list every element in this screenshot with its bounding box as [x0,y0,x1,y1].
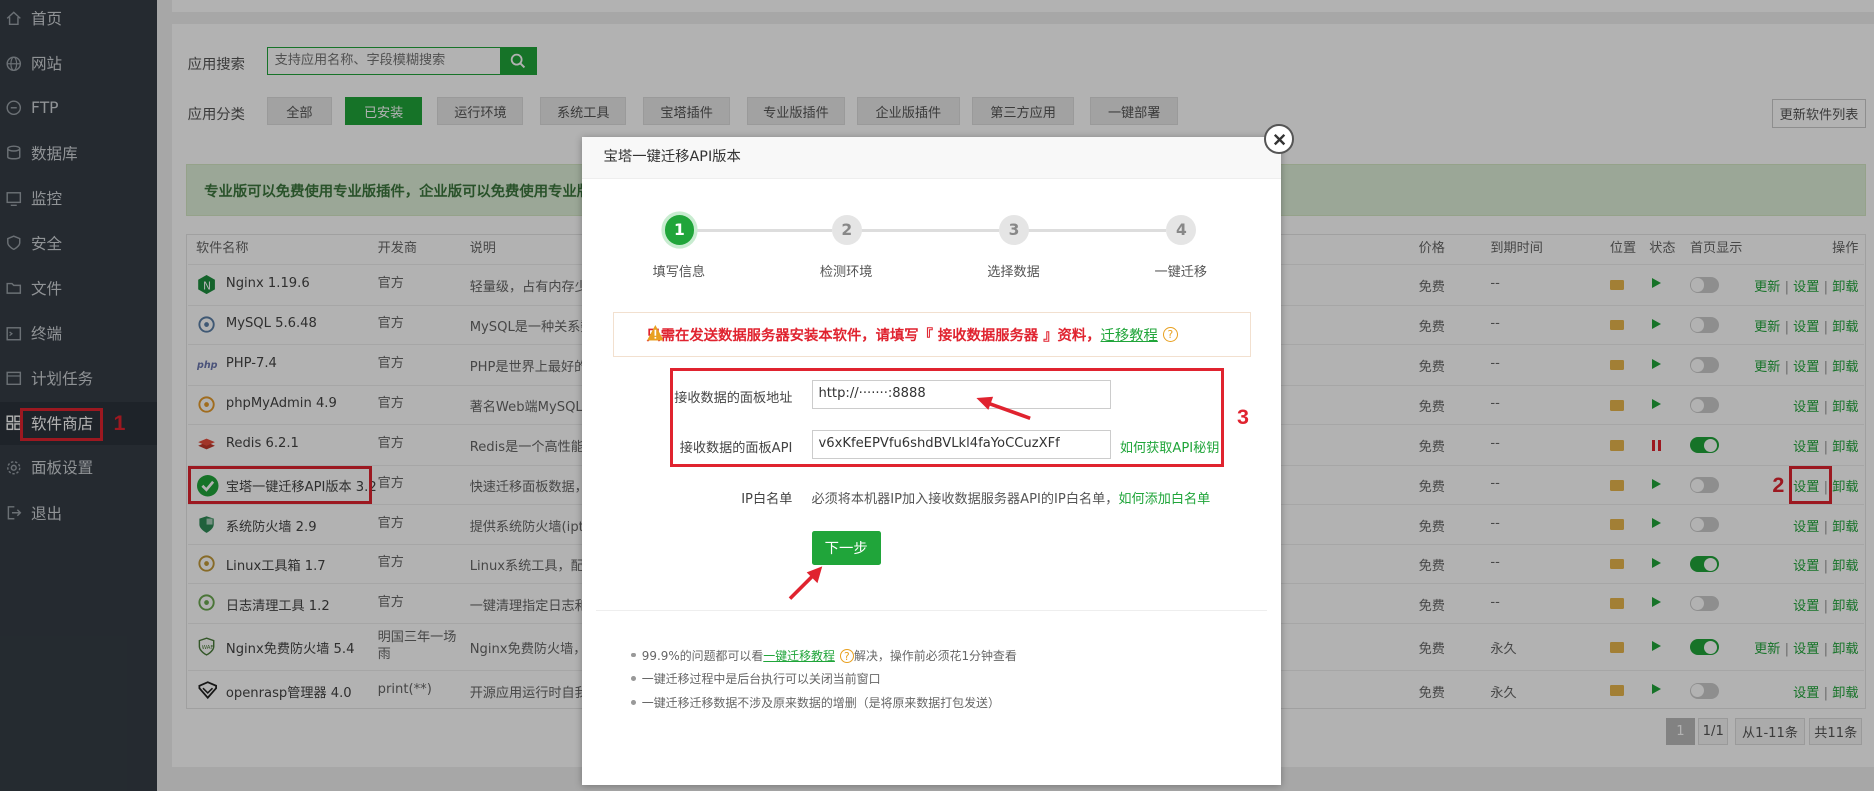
help-icon: ? [1162,326,1179,343]
tip-1-suffix: 解决，操作前必须花1分钟查看 [854,648,1017,663]
dialog-title: 宝塔一键迁移API版本 [582,137,1282,180]
tip-item: 一键迁移过程中是后台执行可以关闭当前窗口 [631,672,881,687]
tip-1-text: 99.9%的问题都可以看 [641,648,764,663]
add-whitelist-link[interactable]: 如何添加白名单 [1118,492,1210,507]
step-3-label: 选择数据 [987,264,1040,280]
step-connector [693,229,832,232]
step-2-indicator: 2 [831,215,862,245]
close-icon [1273,133,1286,145]
tip-item: 99.9%的问题都可以看一键迁移教程? 解决，操作前必须花1分钟查看 [631,647,1017,664]
ip-whitelist-text: 必须将本机器IP加入接收数据服务器API的IP白名单，如何添加白名单 [812,488,1211,507]
migration-guide-link[interactable]: 一键迁移教程 [763,649,835,663]
annotation-box-form [670,368,1224,468]
ip-whitelist-note: 必须将本机器IP加入接收数据服务器API的IP白名单， [811,491,1119,507]
annotation-arrow-next [788,566,823,601]
step-1-label: 填写信息 [652,264,706,280]
warning-banner: 只需在发送数据服务器安装本软件，请填写『 接收数据服务器 』资料， 迁移教程 ? [613,311,1252,358]
annotation-number-3: 3 [1236,405,1249,430]
step-1-indicator: 1 [664,215,695,245]
dialog-divider [596,609,1267,611]
step-3-indicator: 3 [999,215,1030,245]
step-2-label: 检测环境 [819,264,873,280]
step-4-label: 一键迁移 [1154,264,1208,280]
warning-text: 只需在发送数据服务器安装本软件，请填写『 接收数据服务器 』资料， [646,328,1101,345]
tip-item: 一键迁移迁移数据不涉及原来数据的增删（是将原来数据打包发送） [631,696,1000,711]
annotation-arrow-url [976,396,1031,420]
step-connector [860,229,1000,232]
warning-icon [646,325,664,341]
ip-whitelist-label: IP白名单 [741,491,793,507]
help-icon: ? [839,648,855,664]
next-step-button[interactable]: 下一步 [811,530,881,566]
step-connector [1027,229,1167,232]
migration-tutorial-link[interactable]: 迁移教程 [1101,324,1158,345]
